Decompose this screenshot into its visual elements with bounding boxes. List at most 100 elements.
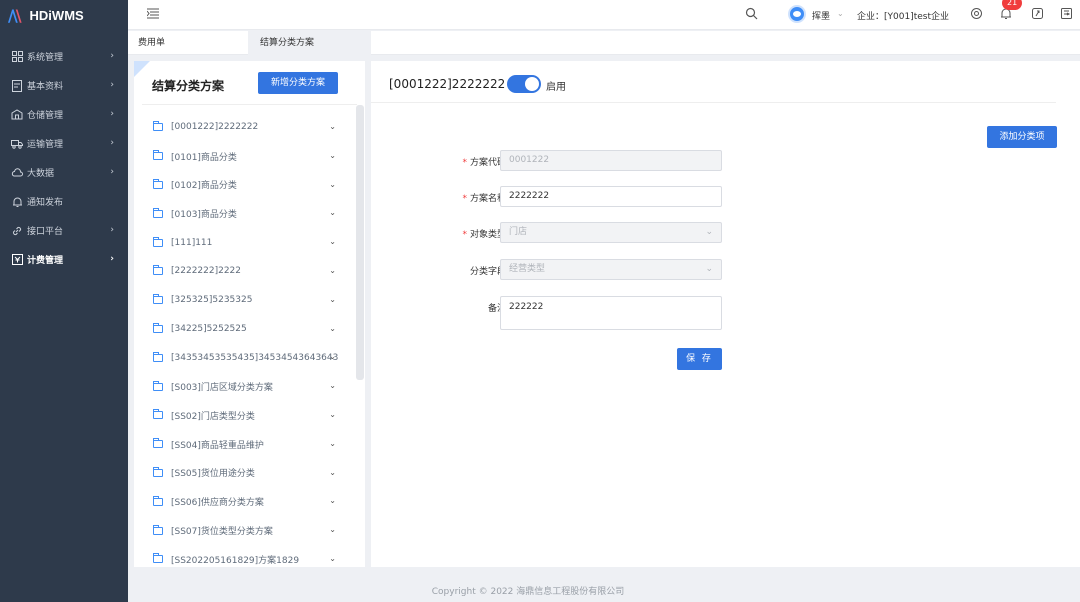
scheme-tree: [0001222]2222222 ⌄ [0101]商品分类 ⌄ [0102]商品分类… <box>134 113 356 567</box>
chevron-down-icon[interactable]: ⌄ <box>329 496 336 505</box>
sidebar-item-interface[interactable]: 接口平台 › <box>0 216 128 245</box>
object-type-select: 门店 ⌄ <box>500 222 722 243</box>
tree-item-label: [325325]5235325 <box>171 295 253 306</box>
remark-textarea[interactable]: 222222 <box>500 296 722 330</box>
billing-icon <box>11 254 23 266</box>
tree-item[interactable]: [SS05]货位用途分类 ⌄ <box>134 459 356 488</box>
avatar[interactable] <box>788 5 806 23</box>
tree-item[interactable]: [SS202205161829]方案1829 ⌄ <box>134 545 356 567</box>
tree-item[interactable]: [SS04]商品轻重品维护 ⌄ <box>134 430 356 459</box>
tree-item[interactable]: [SS02]门店类型分类 ⌄ <box>134 401 356 430</box>
chevron-down-icon[interactable]: ⌄ <box>329 381 336 390</box>
fullscreen-icon[interactable] <box>1031 7 1045 21</box>
chevron-down-icon[interactable]: ⌄ <box>329 525 336 534</box>
tree-item[interactable]: [0001222]2222222 ⌄ <box>134 113 356 142</box>
logo-icon: /\\ <box>8 5 21 25</box>
sidebar-item-system[interactable]: 系统管理 › <box>0 42 128 71</box>
tree-item[interactable]: [0101]商品分类 ⌄ <box>134 142 356 171</box>
sidebar-item-basic-data[interactable]: 基本资料 › <box>0 71 128 100</box>
folder-icon <box>153 121 163 132</box>
tree-item-label: [SS06]供应商分类方案 <box>171 498 264 509</box>
chevron-right-icon: › <box>110 167 114 177</box>
chevron-down-icon[interactable]: ⌄ <box>329 237 336 246</box>
sidebar-item-label: 运输管理 <box>27 140 64 150</box>
tree-item[interactable]: [SS06]供应商分类方案 ⌄ <box>134 487 356 516</box>
scrollbar[interactable] <box>356 105 364 380</box>
tree-item[interactable]: [0103]商品分类 ⌄ <box>134 199 356 228</box>
chevron-down-icon[interactable]: ⌄ <box>329 122 336 131</box>
menu-toggle-icon[interactable] <box>146 8 159 22</box>
scheme-detail-panel: [0001222]2222222 启用 添加分类项 * 方案代码: 0001222… <box>371 61 1080 567</box>
panel-corner-decoration <box>134 61 150 77</box>
bell-icon <box>11 196 23 208</box>
sidebar-item-warehouse[interactable]: 仓储管理 › <box>0 100 128 129</box>
folder-icon <box>153 351 163 362</box>
folder-icon <box>153 150 163 161</box>
tree-item-label: [34353453535435]34534543643643 <box>171 352 339 363</box>
tree-item[interactable]: [S003]门店区域分类方案 ⌄ <box>134 372 356 401</box>
tree-item[interactable]: [325325]5235325 ⌄ <box>134 286 356 315</box>
tab-bar: 费用单 结算分类方案 <box>128 31 1080 55</box>
chevron-down-icon[interactable]: ⌄ <box>329 151 336 160</box>
tab-expense-bill[interactable]: 费用单 <box>128 31 248 55</box>
chevron-right-icon: › <box>110 254 114 264</box>
tree-item[interactable]: [0102]商品分类 ⌄ <box>134 171 356 200</box>
save-button[interactable]: 保 存 <box>677 348 722 370</box>
folder-icon <box>153 495 163 506</box>
folder-icon <box>153 438 163 449</box>
sidebar-item-billing[interactable]: 计费管理 › <box>0 245 128 274</box>
chevron-right-icon: › <box>110 138 114 148</box>
sidebar-item-label: 接口平台 <box>27 227 64 237</box>
scheme-name-field[interactable]: 2222222 <box>500 186 722 207</box>
chevron-down-icon[interactable]: ⌄ <box>329 324 336 333</box>
company-label[interactable]: 企业：[Y001]test企业 <box>857 9 949 22</box>
chevron-down-icon[interactable]: ⌄ <box>329 295 336 304</box>
sidebar-item-label: 大数据 <box>27 169 55 179</box>
tree-item-label: [SS202205161829]方案1829 <box>171 555 300 566</box>
enable-toggle[interactable] <box>507 75 541 93</box>
folder-icon <box>153 380 163 391</box>
folder-icon <box>153 409 163 420</box>
chevron-down-icon[interactable]: ⌄ <box>329 410 336 419</box>
tree-item[interactable]: [34225]5252525 ⌄ <box>134 315 356 344</box>
logout-icon[interactable] <box>1060 7 1074 21</box>
chevron-down-icon[interactable]: ⌄ <box>837 9 844 18</box>
tree-item-label: [34225]5252525 <box>171 323 247 334</box>
chevron-right-icon: › <box>110 51 114 61</box>
chevron-right-icon: › <box>110 80 114 90</box>
sidebar-item-transport[interactable]: 运输管理 › <box>0 129 128 158</box>
scheme-code-field: 0001222 <box>500 150 722 171</box>
search-icon[interactable] <box>745 7 758 23</box>
tab-settlement-scheme[interactable]: 结算分类方案 <box>248 31 371 55</box>
settings-icon[interactable] <box>970 7 984 21</box>
chevron-down-icon[interactable]: ⌄ <box>329 266 336 275</box>
footer-copyright: Copyright © 2022 海鼎信息工程股份有限公司 <box>431 587 625 597</box>
chevron-down-icon[interactable]: ⌄ <box>329 208 336 217</box>
chevron-down-icon[interactable]: ⌄ <box>329 352 336 361</box>
chevron-down-icon: ⌄ <box>705 264 713 274</box>
add-category-button[interactable]: 添加分类项 <box>987 126 1057 148</box>
tree-item-label: [SS07]货位类型分类方案 <box>171 527 273 538</box>
category-field-value: 经营类型 <box>509 264 546 274</box>
sidebar-item-big-data[interactable]: 大数据 › <box>0 158 128 187</box>
sidebar-item-notifications[interactable]: 通知发布 <box>0 187 128 216</box>
tree-item[interactable]: [SS07]货位类型分类方案 ⌄ <box>134 516 356 545</box>
new-scheme-button[interactable]: 新增分类方案 <box>258 72 338 94</box>
chevron-down-icon[interactable]: ⌄ <box>329 180 336 189</box>
divider <box>142 104 357 105</box>
tree-item[interactable]: [34353453535435]34534543643643 ⌄ <box>134 343 356 372</box>
chevron-down-icon[interactable]: ⌄ <box>329 468 336 477</box>
tree-item[interactable]: [111]111 ⌄ <box>134 228 356 257</box>
user-name[interactable]: 挥墨 <box>812 9 830 22</box>
sidebar-menu: 系统管理 › 基本资料 › 仓储管理 › 运输管理 › 大数据 › 通知发布 接… <box>0 42 128 274</box>
tree-item-label: [SS05]货位用途分类 <box>171 469 255 480</box>
chevron-down-icon[interactable]: ⌄ <box>329 554 336 563</box>
tree-item[interactable]: [2222222]2222 ⌄ <box>134 257 356 286</box>
object-type-value: 门店 <box>509 227 528 237</box>
tree-item-label: [0001222]2222222 <box>171 122 259 133</box>
chevron-down-icon[interactable]: ⌄ <box>329 439 336 448</box>
folder-icon <box>153 294 163 305</box>
category-field-select: 经营类型 ⌄ <box>500 259 722 280</box>
folder-icon <box>153 178 163 189</box>
logo[interactable]: /\\ HDiWMS <box>0 0 128 30</box>
